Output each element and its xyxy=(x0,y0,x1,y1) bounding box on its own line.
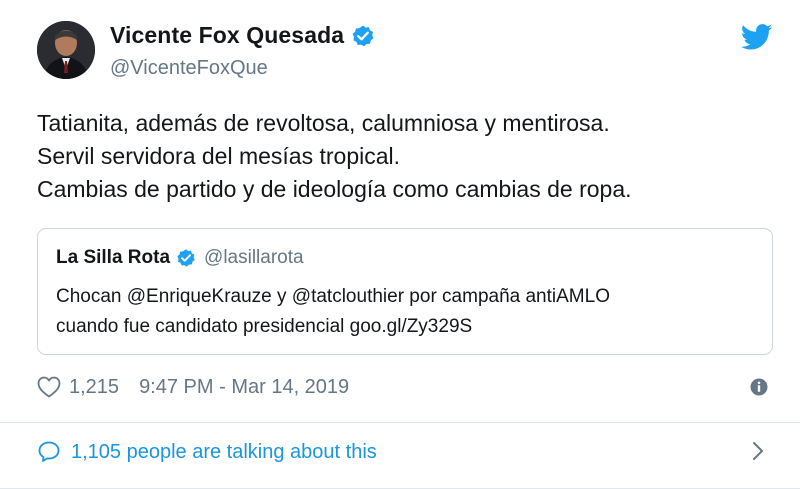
conversation-link[interactable]: 1,105 people are talking about this xyxy=(37,437,377,467)
heart-icon[interactable] xyxy=(37,376,61,398)
twitter-bird-icon[interactable] xyxy=(740,24,773,50)
verified-badge-icon xyxy=(176,248,196,268)
like-count[interactable]: 1,215 xyxy=(69,376,119,399)
conversation-label[interactable]: 1,105 people are talking about this xyxy=(71,441,377,464)
info-icon[interactable] xyxy=(749,377,769,397)
author-display-name[interactable]: Vicente Fox Quesada xyxy=(110,22,344,49)
chevron-right-icon[interactable] xyxy=(750,440,766,462)
author-avatar[interactable] xyxy=(37,21,95,79)
quoted-line: Chocan @EnriqueKrauze y @tatclouthier po… xyxy=(56,286,610,307)
tweet-card: Vicente Fox Quesada @VicenteFoxQue Tatia… xyxy=(0,0,800,489)
quoted-text: Chocan @EnriqueKrauze y @tatclouthier po… xyxy=(56,282,756,342)
tweet-line: Servil servidora del mesías tropical. xyxy=(37,143,401,169)
quoted-tweet[interactable]: La Silla Rota @lasillarota Chocan @Enriq… xyxy=(37,228,773,355)
quoted-header: La Silla Rota @lasillarota xyxy=(56,247,304,269)
author-name-row: Vicente Fox Quesada xyxy=(110,22,375,49)
tweet-meta: 1,215 9:47 PM - Mar 14, 2019 xyxy=(37,372,349,402)
quoted-handle: @lasillarota xyxy=(204,247,304,268)
quoted-display-name: La Silla Rota xyxy=(56,247,171,268)
tweet-text: Tatianita, además de revoltosa, calumnio… xyxy=(37,107,767,206)
divider xyxy=(0,422,800,423)
quoted-line: cuando fue candidato presidencial goo.gl… xyxy=(56,316,473,337)
tweet-timestamp[interactable]: 9:47 PM - Mar 14, 2019 xyxy=(139,376,349,399)
speech-bubble-icon xyxy=(37,440,61,464)
author-handle[interactable]: @VicenteFoxQue xyxy=(110,57,268,80)
tweet-line: Cambias de partido y de ideología como c… xyxy=(37,176,632,202)
tweet-line: Tatianita, además de revoltosa, calumnio… xyxy=(37,110,610,136)
verified-badge-icon xyxy=(351,24,375,48)
